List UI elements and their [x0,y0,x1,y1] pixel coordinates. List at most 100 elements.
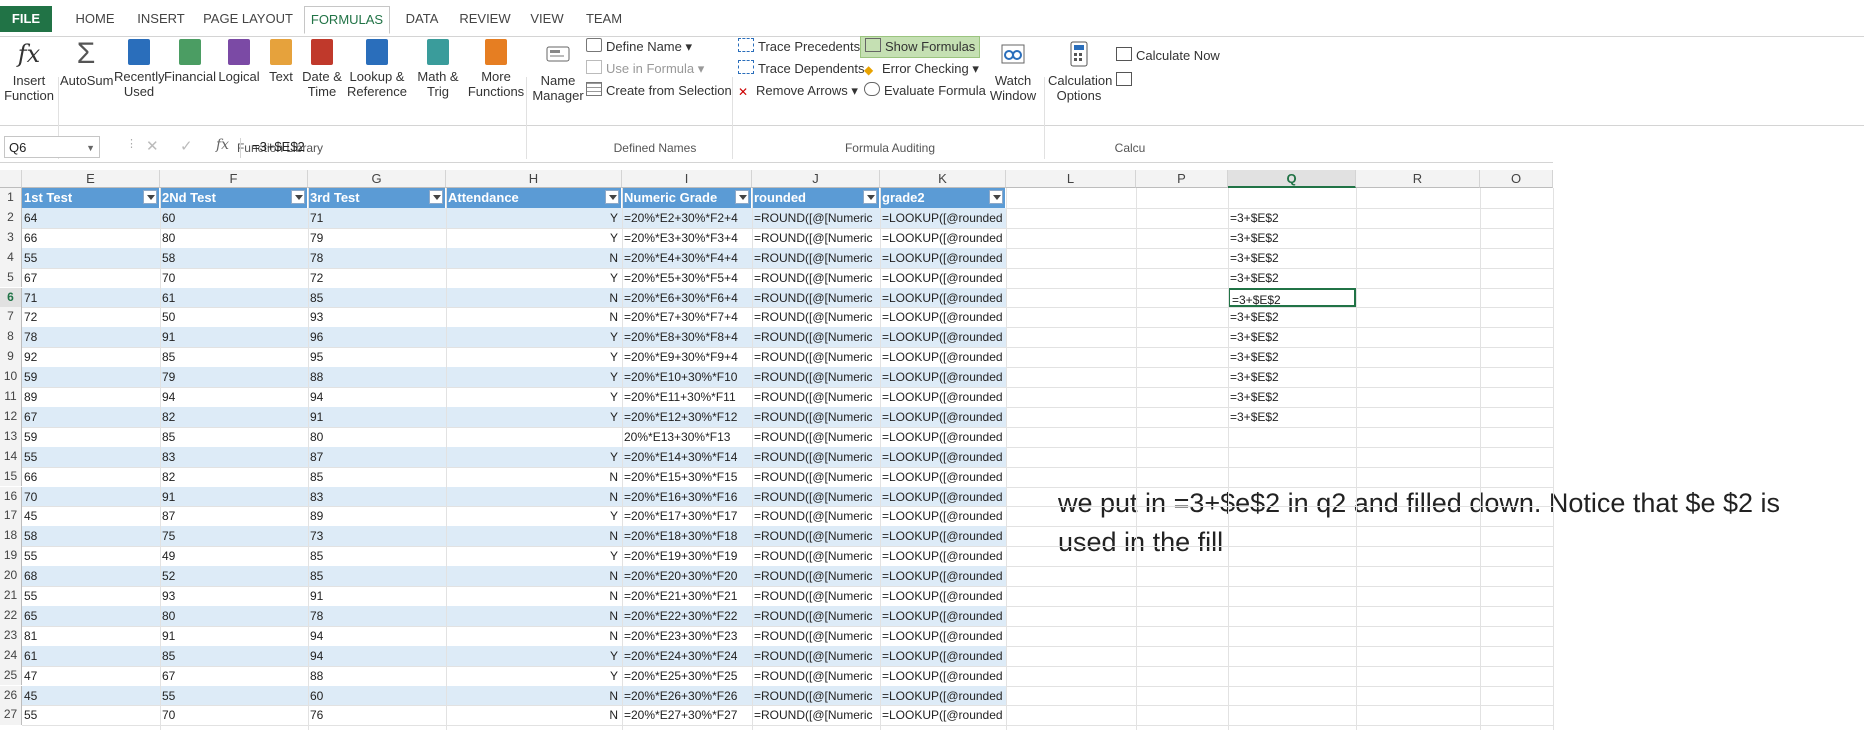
column-header-e[interactable]: E [22,170,160,188]
table-cell-e[interactable]: 65 [22,605,160,626]
filter-dropdown-icon[interactable] [143,190,157,204]
table-cell-j[interactable]: =ROUND([@[Numeric [752,367,880,387]
date-time-button[interactable]: Date & Time [300,37,344,99]
cell-q[interactable] [1228,506,1356,526]
table-cell-g[interactable]: 87 [308,446,446,467]
table-cell-h[interactable]: N [446,626,622,646]
table-cell-k[interactable]: =LOOKUP([@rounded [880,467,1006,487]
table-cell-h[interactable]: N [446,705,622,725]
table-cell-e[interactable]: 64 [22,207,160,228]
cell-q[interactable]: =3+$E$2 [1228,307,1356,327]
table-cell-g[interactable]: 89 [308,506,446,526]
table-cell-j[interactable]: =ROUND([@[Numeric [752,327,880,348]
show-formulas-button[interactable]: Show Formulas [860,36,981,58]
table-cell-g[interactable]: 96 [308,327,446,348]
table-cell-k[interactable]: =LOOKUP([@rounded [880,705,1006,725]
tab-review[interactable]: REVIEW [456,8,514,30]
table-cell-h[interactable]: N [446,685,622,706]
table-cell-e[interactable]: 55 [22,546,160,566]
table-cell-h[interactable]: Y [446,666,622,686]
table-cell-h[interactable]: N [446,287,622,308]
filter-dropdown-icon[interactable] [429,190,443,204]
insert-function-button[interactable]: fx Insert Function [4,37,54,103]
watch-window-button[interactable]: Watch Window [986,37,1040,103]
table-cell-j[interactable]: =ROUND([@[Numeric [752,307,880,327]
table-cell-i[interactable]: =20%*E22+30%*F22 [622,605,752,626]
table-cell-j[interactable]: =ROUND([@[Numeric [752,467,880,487]
table-cell-f[interactable]: 67 [160,666,308,686]
cell-q[interactable] [1228,686,1356,706]
column-header-f[interactable]: F [160,170,308,188]
table-cell-g[interactable]: 94 [308,626,446,646]
cell-q[interactable] [1228,566,1356,586]
table-cell-k[interactable]: =LOOKUP([@rounded [880,506,1006,526]
financial-button[interactable]: Financial [164,37,216,84]
cancel-icon[interactable]: ✕ [146,137,159,155]
table-cell-f[interactable]: 85 [160,427,308,447]
table-cell-e[interactable]: 89 [22,387,160,407]
filter-dropdown-icon[interactable] [605,190,619,204]
table-cell-f[interactable]: 52 [160,566,308,586]
table-cell-h[interactable]: Y [446,228,622,248]
cell-q[interactable]: =3+$E$2 [1228,248,1356,268]
table-cell-e[interactable]: 55 [22,247,160,268]
table-cell-f[interactable]: 61 [160,287,308,308]
table-cell-f[interactable]: 82 [160,467,308,487]
calculate-now-button[interactable]: Calculate Now [1116,46,1220,66]
table-cell-e[interactable]: 68 [22,566,160,586]
cell-q[interactable] [1228,487,1356,507]
table-cell-e[interactable]: 45 [22,685,160,706]
table-cell-g[interactable]: 88 [308,666,446,686]
table-cell-k[interactable]: =LOOKUP([@rounded [880,605,1006,626]
row-header[interactable]: 6 [0,287,22,308]
filter-dropdown-icon[interactable] [863,190,877,204]
table-cell-k[interactable]: =LOOKUP([@rounded [880,685,1006,706]
table-header-cell[interactable]: 1st Test [22,188,160,208]
table-cell-e[interactable]: 67 [22,406,160,427]
table-cell-j[interactable]: =ROUND([@[Numeric [752,446,880,467]
cell-q[interactable]: =3+$E$2 [1228,347,1356,367]
create-from-selection-button[interactable]: Create from Selection [586,81,732,101]
row-header[interactable]: 16 [0,486,22,507]
cell-q[interactable]: =3+$E$2 [1228,407,1356,427]
table-header-cell[interactable]: Attendance [446,188,622,208]
formula-input[interactable]: =3+$E$2 [248,136,1557,158]
cell-q[interactable] [1228,606,1356,626]
table-cell-k[interactable]: =LOOKUP([@rounded [880,526,1006,547]
table-cell-e[interactable]: 55 [22,705,160,725]
table-cell-j[interactable]: =ROUND([@[Numeric [752,685,880,706]
cell-q[interactable] [1228,546,1356,566]
filter-dropdown-icon[interactable] [291,190,305,204]
insert-function-icon[interactable]: fx [216,137,229,153]
row-header[interactable]: 11 [0,387,22,407]
table-cell-i[interactable]: =20%*E5+30%*F5+4 [622,268,752,288]
table-cell-f[interactable]: 80 [160,228,308,248]
table-cell-j[interactable]: =ROUND([@[Numeric [752,526,880,547]
table-cell-h[interactable]: N [446,247,622,268]
cell-q[interactable] [1228,586,1356,606]
cell-q[interactable] [1228,467,1356,487]
row-header[interactable]: 24 [0,645,22,666]
table-cell-h[interactable]: Y [446,327,622,348]
table-cell-k[interactable]: =LOOKUP([@rounded [880,427,1006,447]
row-header[interactable]: 9 [0,347,22,368]
table-cell-g[interactable]: 80 [308,427,446,447]
table-cell-h[interactable]: Y [446,367,622,387]
calculate-sheet-button[interactable] [1116,71,1136,91]
table-cell-j[interactable]: =ROUND([@[Numeric [752,347,880,367]
table-cell-k[interactable]: =LOOKUP([@rounded [880,367,1006,387]
table-cell-h[interactable]: Y [446,506,622,526]
table-cell-k[interactable]: =LOOKUP([@rounded [880,387,1006,407]
cell-q[interactable]: =3+$E$2 [1228,367,1356,387]
table-cell-g[interactable]: 78 [308,605,446,626]
table-cell-e[interactable]: 58 [22,526,160,547]
table-cell-j[interactable]: =ROUND([@[Numeric [752,427,880,447]
active-cell[interactable]: =3+$E$2 [1228,287,1356,308]
enter-icon[interactable]: ✓ [180,137,193,155]
table-cell-g[interactable]: 93 [308,307,446,327]
row-header[interactable]: 20 [0,566,22,586]
table-cell-h[interactable]: N [446,467,622,487]
table-cell-f[interactable]: 58 [160,247,308,268]
cell-q[interactable]: =3+$E$2 [1228,268,1356,288]
table-cell-i[interactable]: =20%*E6+30%*F6+4 [622,287,752,308]
